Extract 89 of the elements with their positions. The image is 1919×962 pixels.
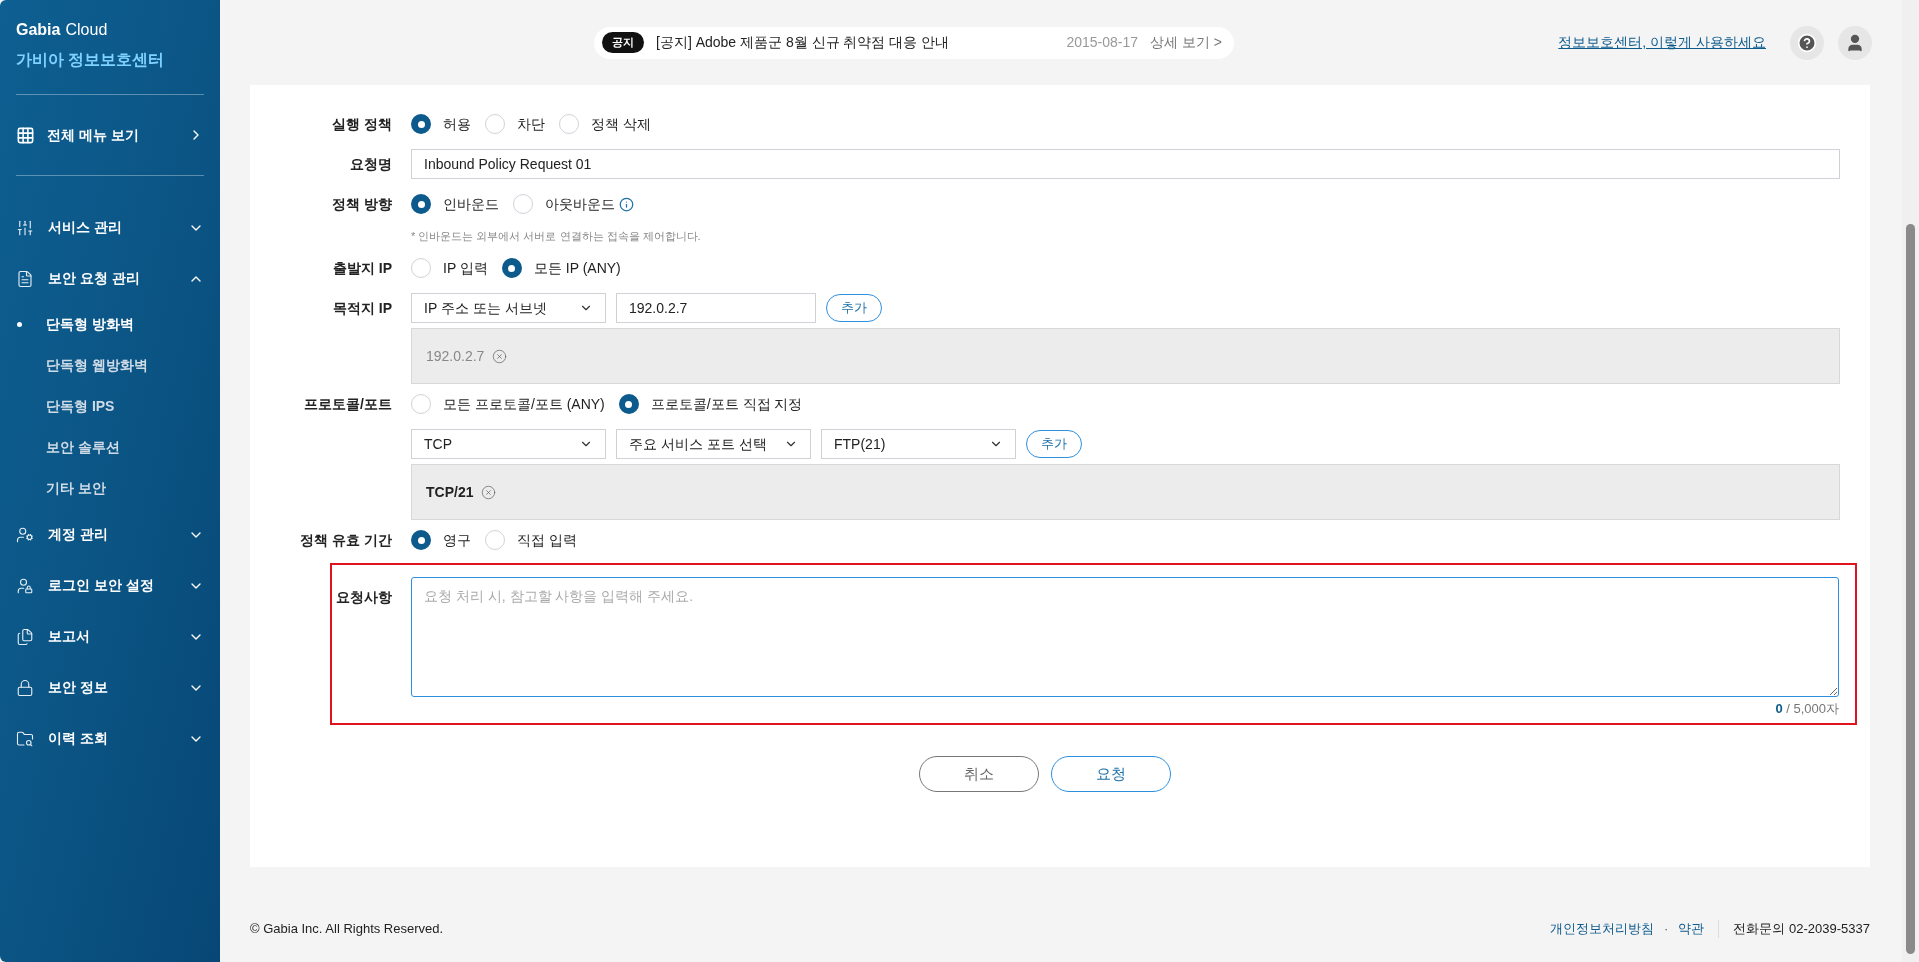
brand-suffix: Cloud xyxy=(65,20,108,40)
scrollbar[interactable] xyxy=(1902,0,1919,962)
radio-label: 직접 입력 xyxy=(517,530,577,550)
sliders-icon xyxy=(16,218,34,237)
info-icon[interactable] xyxy=(619,196,634,212)
select-field[interactable]: TCP xyxy=(411,429,606,459)
submenu-item[interactable]: 단독형 방화벽 xyxy=(16,304,204,345)
radio-label: IP 입력 xyxy=(443,258,488,278)
folder-search-icon xyxy=(16,729,34,748)
footer-link[interactable]: 개인정보처리방침 xyxy=(1550,918,1655,939)
character-counter: 0 / 5,000자 xyxy=(1775,700,1839,718)
menu-item[interactable]: 보안 정보 xyxy=(16,662,204,713)
profile-button[interactable] xyxy=(1838,25,1872,60)
tag-label: TCP/21 xyxy=(426,482,474,502)
radio-button[interactable] xyxy=(411,530,431,550)
remove-icon[interactable] xyxy=(492,348,508,364)
radio-button[interactable] xyxy=(411,114,431,134)
notice-bar[interactable]: 공지 [공지] Adobe 제품군 8월 신규 취약점 대응 안내 2015-08-17 상세 보기 > xyxy=(594,26,1234,59)
radio-label: 차단 xyxy=(517,114,545,134)
notice-badge: 공지 xyxy=(602,32,644,53)
notice-title: [공지] Adobe 제품군 8월 신규 취약점 대응 안내 xyxy=(656,33,951,52)
menu-item[interactable]: 로그인 보안 설정 xyxy=(16,560,204,611)
field-label: 출발지 IP xyxy=(332,260,392,276)
grid-icon xyxy=(16,125,35,145)
hint-text: * 인바운드는 외부에서 서버로 연결하는 접속을 제어합니다. xyxy=(411,228,701,244)
radio-label: 모든 프로토콜/포트 (ANY) xyxy=(443,394,605,414)
radio-button[interactable] xyxy=(411,394,431,414)
input-field[interactable]: Inbound Policy Request 01 xyxy=(411,149,1840,179)
select-field[interactable]: FTP(21) xyxy=(821,429,1016,459)
radio-button[interactable] xyxy=(485,114,505,134)
radio-label: 정책 삭제 xyxy=(591,114,651,134)
submenu-item[interactable]: 보안 솔루션 xyxy=(16,427,204,468)
input-field[interactable]: 192.0.2.7 xyxy=(616,293,816,323)
cancel-button[interactable]: 취소 xyxy=(919,756,1039,792)
radio-button[interactable] xyxy=(618,394,639,414)
radio-label: 영구 xyxy=(443,530,471,550)
radio-button[interactable] xyxy=(411,194,431,214)
help-button[interactable] xyxy=(1790,25,1824,60)
field-label: 요청사항 xyxy=(336,589,392,605)
submenu-item[interactable]: 단독형 웹방화벽 xyxy=(16,345,204,386)
brand-name: Gabia xyxy=(16,20,61,40)
all-menu-item[interactable]: 전체 메뉴 보기 xyxy=(16,95,204,175)
menu-item[interactable]: 서비스 관리 xyxy=(16,202,204,253)
menu-item[interactable]: 보안 요청 관리 xyxy=(16,253,204,304)
radio-label: 프로토콜/포트 직접 지정 xyxy=(650,394,803,414)
notice-date: 2015-08-17 xyxy=(1066,33,1139,52)
field-label: 요청명 xyxy=(350,156,392,172)
field-label: 프로토콜/포트 xyxy=(304,396,392,412)
lock-icon xyxy=(16,678,34,697)
files-icon xyxy=(16,627,34,646)
field-label: 실행 정책 xyxy=(332,116,392,132)
phone-text: 전화문의 02-2039-5337 xyxy=(1733,919,1870,938)
guide-link[interactable]: 정보보호센터, 이렇게 사용하세요 xyxy=(1558,32,1766,53)
user-gear-icon xyxy=(16,525,34,544)
user-lock-icon xyxy=(16,576,34,595)
add-button[interactable]: 추가 xyxy=(1026,430,1082,458)
select-field[interactable]: 주요 서비스 포트 선택 xyxy=(616,429,811,459)
radio-label: 허용 xyxy=(443,114,471,134)
remove-icon[interactable] xyxy=(481,484,497,500)
radio-label: 모든 IP (ANY) xyxy=(533,258,621,278)
radio-label: 아웃바운드 xyxy=(545,194,615,214)
radio-button[interactable] xyxy=(485,530,505,550)
tag-label: 192.0.2.7 xyxy=(426,346,485,366)
help-icon xyxy=(1797,32,1817,53)
radio-button[interactable] xyxy=(513,194,533,214)
menu-item[interactable]: 계정 관리 xyxy=(16,509,204,560)
request-textarea[interactable]: 요청 처리 시, 참고할 사항을 입력해 주세요. xyxy=(411,577,1839,697)
submit-button[interactable]: 요청 xyxy=(1051,756,1171,792)
footer-link[interactable]: 약관 xyxy=(1678,918,1705,939)
bullet-icon xyxy=(17,322,22,327)
field-label: 정책 방향 xyxy=(332,196,392,212)
radio-label: 인바운드 xyxy=(443,194,499,214)
user-icon xyxy=(1845,32,1865,53)
brand-title: 가비아 정보보호센터 xyxy=(16,50,166,70)
field-label: 정책 유효 기간 xyxy=(300,532,392,548)
copyright-text: © Gabia Inc. All Rights Reserved. xyxy=(250,919,444,938)
add-button[interactable]: 추가 xyxy=(826,294,882,322)
separator-dot: · xyxy=(1664,919,1669,938)
select-field[interactable]: IP 주소 또는 서브넷 xyxy=(411,293,606,323)
submenu-item[interactable]: 단독형 IPS xyxy=(16,386,204,427)
menu-item[interactable]: 보고서 xyxy=(16,611,204,662)
document-icon xyxy=(16,269,34,288)
menu-item[interactable]: 이력 조회 xyxy=(16,713,204,764)
submenu-item[interactable]: 기타 보안 xyxy=(16,468,204,509)
radio-button[interactable] xyxy=(501,258,522,278)
radio-button[interactable] xyxy=(559,114,579,134)
field-label: 목적지 IP xyxy=(332,300,392,316)
more-link[interactable]: 상세 보기 > xyxy=(1150,32,1222,53)
radio-button[interactable] xyxy=(411,258,431,278)
